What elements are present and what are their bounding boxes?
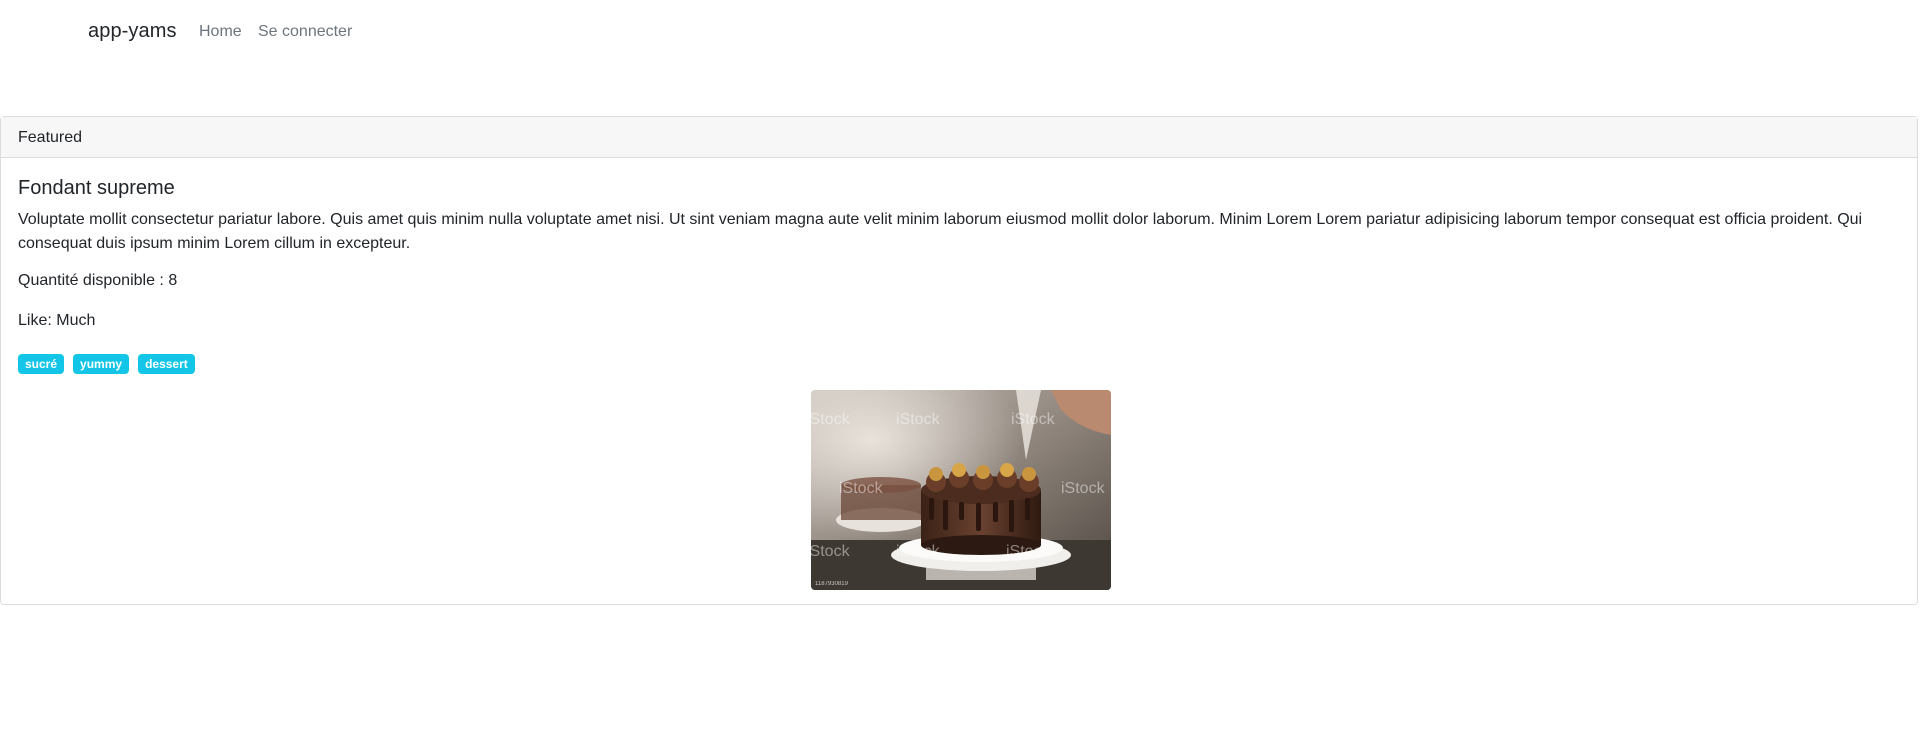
nav-link-home[interactable]: Home (199, 23, 242, 41)
product-card: Featured Fondant supreme Voluptate molli… (0, 116, 1918, 605)
svg-text:iStock: iStock (1011, 411, 1056, 428)
top-navbar: app-yams Home Se connecter (0, 0, 1920, 68)
brand-link[interactable]: app-yams (88, 20, 177, 43)
tag-badge-sucre: sucré (18, 354, 65, 374)
product-title: Fondant supreme (18, 177, 175, 199)
svg-text:1187930819: 1187930819 (815, 581, 849, 587)
svg-text:iStock: iStock (896, 411, 941, 428)
tag-list: sucré yummy dessert (18, 354, 195, 374)
cake-image: iStock iStock iStock iStock iStock iStoc… (811, 390, 1111, 590)
like-text: Like: Much (18, 312, 96, 329)
svg-text:iStock: iStock (811, 543, 851, 560)
nav-link-login[interactable]: Se connecter (258, 23, 352, 41)
product-description: Voluptate mollit consectetur pariatur la… (18, 211, 1863, 252)
svg-text:iStock: iStock (896, 543, 941, 560)
svg-text:iStock: iStock (1006, 543, 1051, 560)
quantity-text: Quantité disponible : 8 (18, 272, 178, 289)
tag-badge-yummy: yummy (73, 354, 130, 374)
svg-text:iStock: iStock (839, 480, 884, 497)
svg-text:iStock: iStock (1061, 480, 1106, 497)
tag-badge-dessert: dessert (138, 354, 195, 374)
card-header: Featured (1, 117, 1917, 158)
svg-text:iStock: iStock (811, 411, 851, 428)
